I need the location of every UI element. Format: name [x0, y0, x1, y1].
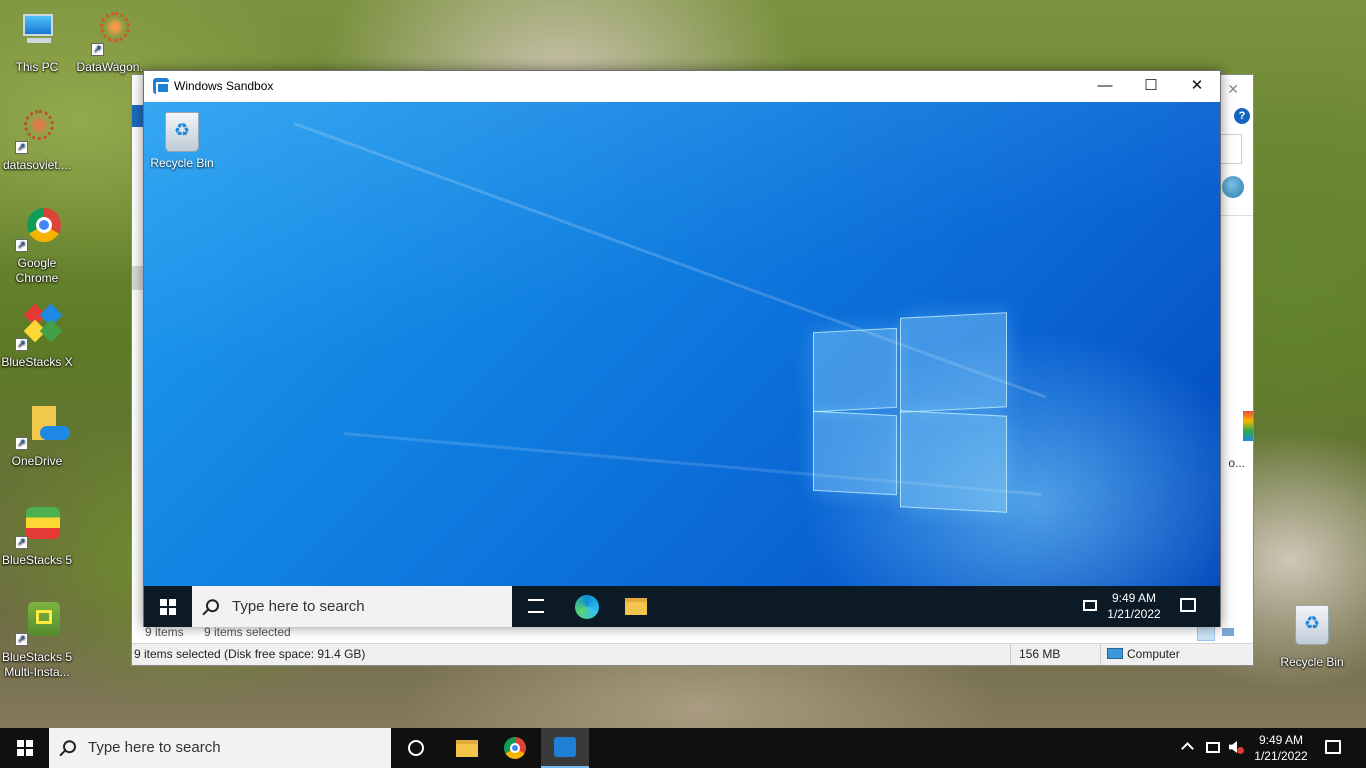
notifications-icon[interactable] [1325, 740, 1341, 754]
search-icon [63, 740, 76, 754]
recycle-bin-label: Recycle Bin [150, 156, 214, 170]
host-taskbar: Type here to search 9:49 AM 1/21/2022 [0, 728, 1366, 768]
shortcut-arrow-icon: ↗ [15, 338, 28, 351]
chrome-icon: ↗ [14, 206, 61, 252]
desktop-icon-label: BlueStacks 5 [1, 553, 73, 567]
cortana-icon[interactable] [408, 740, 424, 756]
edge-icon[interactable] [575, 595, 599, 619]
desktop-icon-label: OneDrive [11, 454, 63, 468]
desktop-icon-this-pc[interactable]: This PC [0, 10, 74, 75]
windows-sandbox-window[interactable]: Windows Sandbox — ☐ ✕ Recycle Bin Type h… [143, 70, 1221, 627]
desktop-icon-recycle-bin[interactable]: Recycle Bin [1275, 603, 1349, 670]
sandbox-taskbar: Type here to search 9:49 AM 1/21/2022 [144, 586, 1220, 627]
task-view-icon[interactable] [528, 599, 544, 613]
sandbox-app-icon [554, 737, 576, 757]
maximize-button[interactable]: ☐ [1128, 71, 1174, 102]
bluestacks-multi-instance-icon: ↗ [14, 600, 60, 646]
desktop-icon-bluestacks-multi[interactable]: ↗ BlueStacks 5 Multi-Insta... [0, 600, 74, 680]
sandbox-time: 9:49 AM [1111, 591, 1157, 605]
item-count: 9 items [145, 625, 184, 639]
status-size: 156 MB [1010, 644, 1100, 665]
windows-logo-pane [813, 410, 897, 496]
status-text: 9 items selected (Disk free space: 91.4 … [134, 647, 366, 661]
windows-logo-pane [900, 312, 1007, 413]
recycle-bin-icon [165, 112, 199, 152]
desktop-icon-label: BlueStacks 5 Multi-Insta... [1, 650, 73, 679]
desktop-icon-label: This PC [15, 60, 59, 74]
onedrive-folder-icon: ↗ [14, 404, 70, 450]
host-date: 1/21/2022 [1254, 749, 1308, 763]
active-app-highlight[interactable] [541, 728, 589, 768]
search-box[interactable]: Type here to search [192, 586, 512, 627]
shortcut-arrow-icon: ↗ [15, 437, 28, 450]
search-placeholder: Type here to search [88, 739, 221, 756]
search-placeholder: Type here to search [232, 598, 365, 615]
minimize-button[interactable]: — [1082, 71, 1128, 102]
file-explorer-icon[interactable] [456, 740, 478, 757]
chrome-icon[interactable] [504, 737, 526, 759]
close-icon[interactable]: ✕ [1227, 81, 1239, 98]
datasoviet-icon: ↗ [14, 108, 60, 154]
windows-logo-pane [900, 410, 1007, 513]
help-icon[interactable]: ? [1234, 108, 1250, 124]
volume-muted-icon[interactable] [1229, 741, 1237, 753]
windows-logo-pane [813, 327, 897, 413]
computer-icon [1107, 648, 1123, 659]
explorer-status-bar: 9 items selected (Disk free space: 91.4 … [132, 643, 1253, 665]
shortcut-arrow-icon: ↗ [15, 239, 28, 252]
desktop-icon-bluestacks-5[interactable]: ↗ BlueStacks 5 [0, 503, 74, 568]
datawagon-icon: ↗ [90, 10, 136, 56]
shortcut-arrow-icon: ↗ [91, 43, 104, 56]
notifications-icon[interactable] [1180, 598, 1196, 612]
app-icon [1243, 411, 1253, 441]
sandbox-date: 1/21/2022 [1107, 607, 1161, 621]
desktop-icon-label: DataWagon... [76, 60, 150, 74]
desktop-icon-datasoviet[interactable]: ↗ datasoviet.... [0, 108, 74, 173]
bluestacks-x-icon: ↗ [14, 303, 63, 351]
shortcut-arrow-icon: ↗ [15, 536, 28, 549]
close-button[interactable]: ✕ [1174, 71, 1220, 102]
desktop-icon-label: datasoviet.... [2, 158, 72, 172]
divider [1219, 215, 1253, 216]
network-globe-icon [1222, 176, 1244, 198]
desktop-icon-onedrive[interactable]: ↗ OneDrive [0, 404, 74, 469]
shortcut-arrow-icon: ↗ [15, 633, 28, 646]
title-bar[interactable]: Windows Sandbox — ☐ ✕ [144, 71, 1220, 102]
bluestacks-icon: ↗ [14, 503, 60, 549]
start-button[interactable] [17, 740, 33, 756]
status-location: Computer [1100, 644, 1250, 665]
mute-badge-icon [1237, 747, 1244, 754]
recycle-bin-icon [1289, 605, 1335, 651]
sandbox-recycle-bin[interactable]: Recycle Bin [145, 112, 219, 171]
file-explorer-icon[interactable] [625, 598, 647, 615]
start-button[interactable] [160, 599, 176, 615]
large-icons-view-button[interactable] [1219, 623, 1237, 641]
this-pc-icon [14, 10, 60, 56]
sandbox-clock[interactable]: 9:49 AM 1/21/2022 [1099, 590, 1169, 622]
sandbox-desktop[interactable]: Recycle Bin Type here to search 9:49 AM … [144, 102, 1220, 627]
network-icon [1083, 600, 1097, 611]
network-icon[interactable] [1206, 742, 1220, 753]
selected-count: 9 items selected [204, 625, 291, 639]
desktop-icon-datawagon[interactable]: ↗ DataWagon... [76, 10, 150, 75]
desktop-icon-bluestacks-x[interactable]: ↗ BlueStacks X [0, 303, 74, 370]
explorer-search-input[interactable] [1220, 134, 1242, 164]
desktop-icon-label: Google Chrome [15, 256, 59, 285]
desktop-icon-label: BlueStacks X [1, 355, 73, 369]
location-label: Computer [1127, 647, 1180, 661]
desktop-icon-label: Recycle Bin [1280, 655, 1344, 669]
host-time: 9:49 AM [1258, 733, 1304, 747]
chevron-up-icon[interactable] [1181, 742, 1194, 755]
host-clock[interactable]: 9:49 AM 1/21/2022 [1246, 732, 1316, 764]
sandbox-app-icon [153, 78, 170, 94]
search-box[interactable]: Type here to search [49, 728, 391, 768]
shortcut-arrow-icon: ↗ [15, 141, 28, 154]
desktop-icon-google-chrome[interactable]: ↗ Google Chrome [0, 206, 74, 286]
item-label: o... [1228, 456, 1245, 470]
window-title: Windows Sandbox [174, 79, 274, 93]
search-icon [206, 598, 219, 612]
